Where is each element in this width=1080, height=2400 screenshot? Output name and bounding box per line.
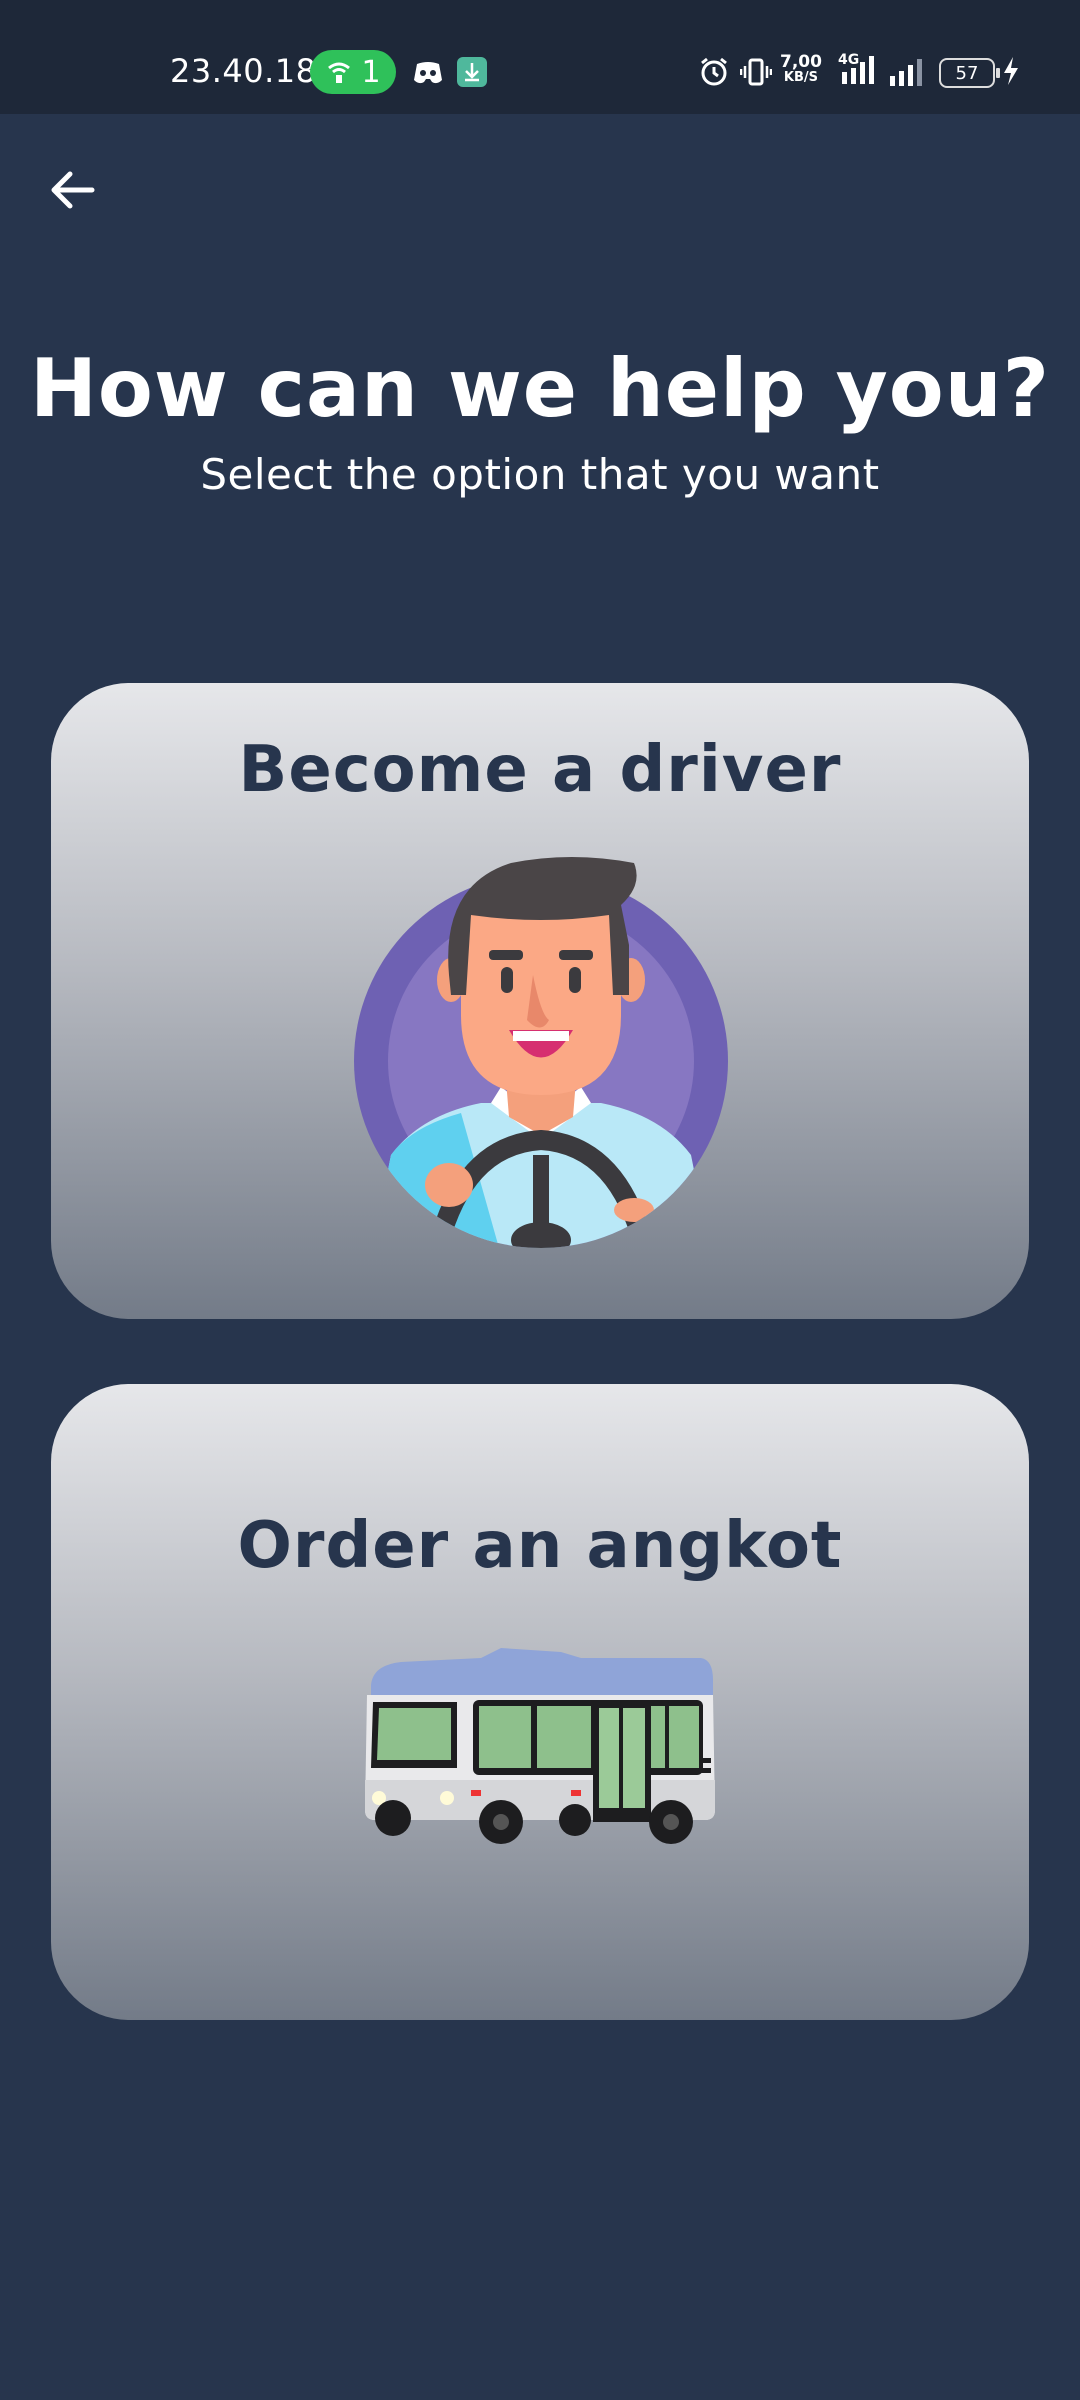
net-speed: 7,00 KB/S [780,54,822,86]
battery-indicator: 57 [939,58,1000,88]
alarm-icon [701,57,727,86]
become-driver-card[interactable]: Become a driver [51,683,1029,1319]
order-angkot-label: Order an angkot [237,1509,843,1583]
driver-illustration-icon [354,857,728,1248]
bus-illustration-icon [365,1648,715,1844]
net-speed-value: 7,00 [780,52,822,72]
charging-icon [1004,57,1018,85]
battery-level: 57 [955,62,979,84]
status-time: 23.40.18 [170,52,317,90]
download-icon [457,57,487,87]
net-speed-unit: KB/S [783,70,819,85]
signal-strength-icon [842,56,874,84]
page-subtitle: Select the option that you want [200,450,880,499]
hotspot-count: 1 [361,54,381,90]
discord-icon [414,62,442,84]
hotspot-icon [328,62,351,83]
page-title: How can we help you? [29,342,1051,435]
status-bar: 23.40.18 1 7,00 KB/S 4G 57 [0,0,1080,114]
signal-4g: 4G [838,52,882,88]
become-driver-label: Become a driver [238,733,842,807]
arrow-left-icon [51,171,95,209]
order-angkot-card[interactable]: Order an angkot [51,1384,1029,2020]
signal-strength-2-icon [890,59,922,86]
back-button[interactable] [40,158,104,222]
vibrate-icon [740,58,772,86]
hotspot-indicator: 1 [310,50,396,94]
